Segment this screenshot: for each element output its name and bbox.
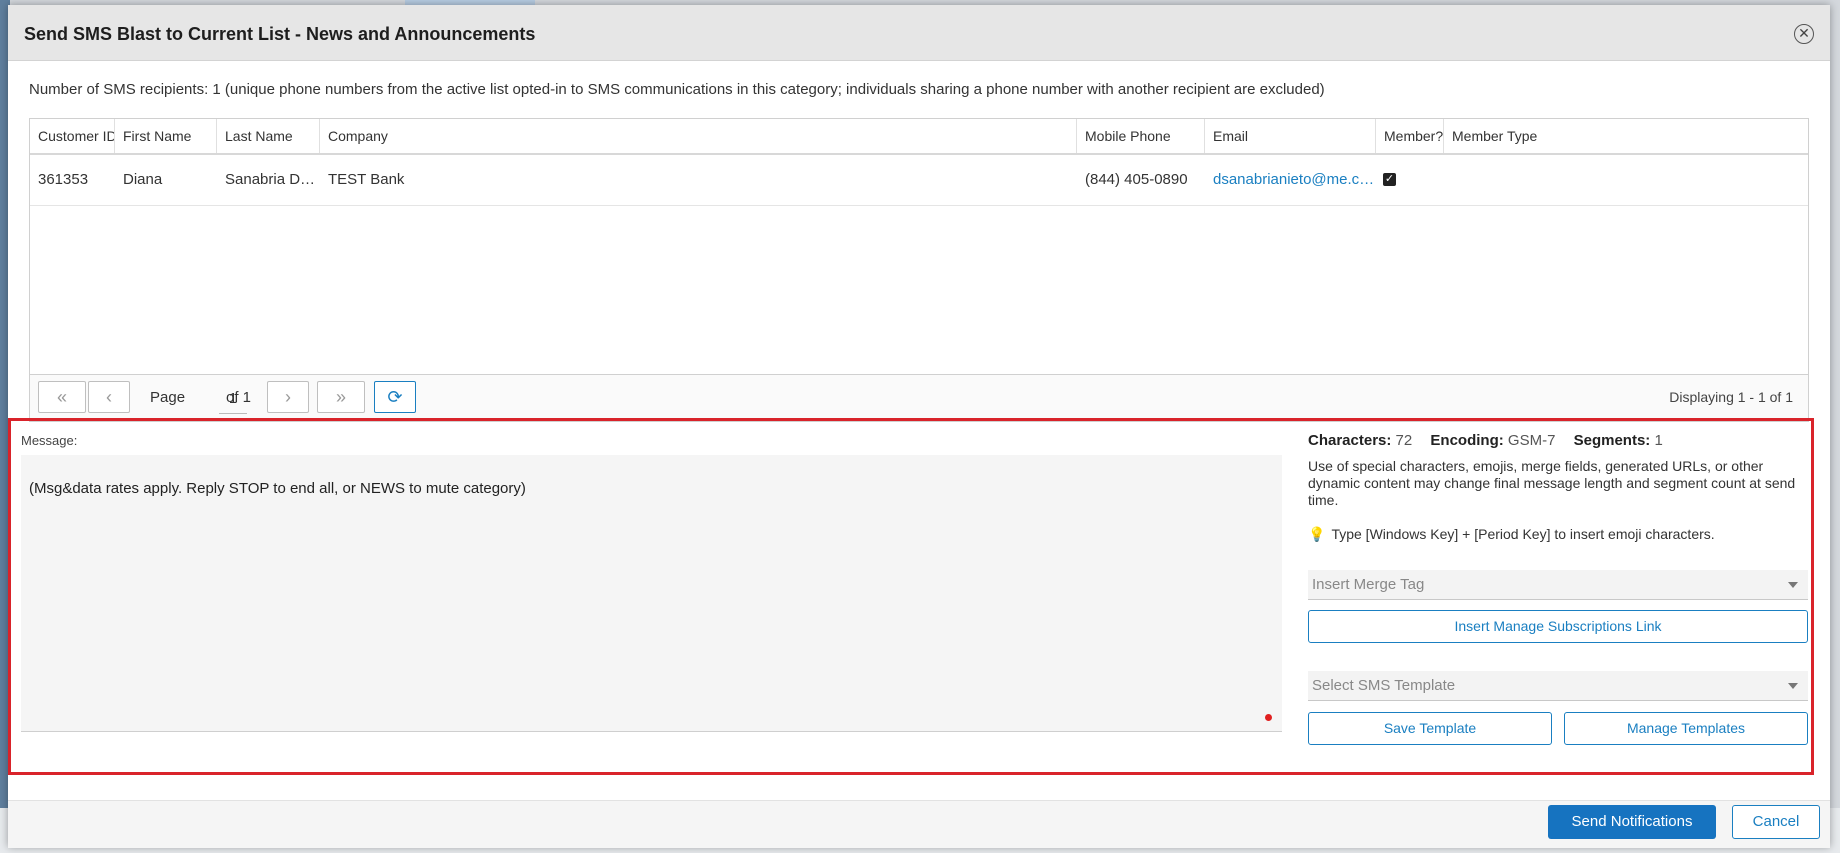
first-page-icon[interactable]: « xyxy=(38,381,86,413)
grid-pager: « ‹ Page of 1 › » ⟳ Displaying 1 - 1 of … xyxy=(29,374,1809,422)
close-icon[interactable]: ✕ xyxy=(1794,24,1814,44)
cell-mobile-phone: (844) 405-0890 xyxy=(1085,171,1188,188)
send-notifications-button[interactable]: Send Notifications xyxy=(1548,805,1716,839)
last-page-icon[interactable]: » xyxy=(317,381,365,413)
column-header-company[interactable]: Company xyxy=(320,119,1077,153)
recipients-info: Number of SMS recipients: 1 (unique phon… xyxy=(29,81,1325,98)
refresh-icon[interactable]: ⟳ xyxy=(374,381,416,413)
cell-last-name: Sanabria Don'... xyxy=(225,171,320,188)
cancel-button[interactable]: Cancel xyxy=(1732,805,1820,839)
column-header-customer-id[interactable]: Customer ID xyxy=(30,119,115,153)
cell-company: TEST Bank xyxy=(328,171,405,188)
prev-page-icon[interactable]: ‹ xyxy=(88,381,130,413)
dialog-header: Send SMS Blast to Current List - News an… xyxy=(8,5,1830,61)
segments-label: Segments: xyxy=(1573,432,1651,449)
segments-value: 1 xyxy=(1654,432,1663,449)
column-header-member-type[interactable]: Member Type xyxy=(1444,119,1808,153)
encoding-value: GSM-7 xyxy=(1507,432,1556,449)
column-header-member[interactable]: Member? xyxy=(1376,119,1444,153)
message-textarea[interactable]: (Msg&data rates apply. Reply STOP to end… xyxy=(21,455,1282,732)
grid-header: Customer ID First Name Last Name Company… xyxy=(30,119,1808,155)
column-header-first-name[interactable]: First Name xyxy=(115,119,217,153)
cell-first-name: Diana xyxy=(123,171,163,188)
sms-template-select[interactable]: Select SMS Template xyxy=(1308,671,1808,701)
message-text: (Msg&data rates apply. Reply STOP to end… xyxy=(29,480,526,497)
table-row[interactable]: 361353 Diana Sanabria Don'... TEST Bank … xyxy=(30,155,1808,206)
member-checkbox[interactable]: ✓ xyxy=(1383,173,1396,186)
cell-customer-id: 361353 xyxy=(38,171,89,188)
column-header-mobile-phone[interactable]: Mobile Phone xyxy=(1077,119,1205,153)
characters-value: 72 xyxy=(1395,432,1413,449)
emoji-tip-text: Type [Windows Key] + [Period Key] to ins… xyxy=(1331,526,1715,542)
merge-tag-placeholder: Insert Merge Tag xyxy=(1312,576,1425,593)
page-label: Page xyxy=(150,389,186,406)
status-dot xyxy=(1265,714,1272,721)
encoding-label: Encoding: xyxy=(1430,432,1504,449)
length-note: Use of special characters, emojis, merge… xyxy=(1308,458,1796,508)
cell-email-link[interactable]: dsanabrianieto@me.com xyxy=(1205,155,1376,205)
message-options-panel: Characters: 72 Encoding: GSM-7 Segments:… xyxy=(1308,432,1808,745)
displaying-count: Displaying 1 - 1 of 1 xyxy=(1669,389,1793,405)
message-label: Message: xyxy=(21,433,78,448)
message-stats: Characters: 72 Encoding: GSM-7 Segments:… xyxy=(1308,432,1808,449)
insert-subscriptions-link-button[interactable]: Insert Manage Subscriptions Link xyxy=(1308,610,1808,643)
sms-template-placeholder: Select SMS Template xyxy=(1312,677,1456,694)
chevron-down-icon xyxy=(1788,582,1798,588)
page-of-label: of 1 xyxy=(226,389,252,406)
column-header-last-name[interactable]: Last Name xyxy=(217,119,320,153)
next-page-icon[interactable]: › xyxy=(267,381,309,413)
merge-tag-select[interactable]: Insert Merge Tag xyxy=(1308,570,1808,600)
chevron-down-icon xyxy=(1788,683,1798,689)
dialog-title: Send SMS Blast to Current List - News an… xyxy=(24,24,536,44)
lightbulb-icon: 💡 xyxy=(1308,526,1326,542)
emoji-tip: 💡 Type [Windows Key] + [Period Key] to in… xyxy=(1308,526,1715,543)
save-template-button[interactable]: Save Template xyxy=(1308,712,1552,745)
characters-label: Characters: xyxy=(1308,432,1392,449)
column-header-email[interactable]: Email xyxy=(1205,119,1376,153)
manage-templates-button[interactable]: Manage Templates xyxy=(1564,712,1808,745)
